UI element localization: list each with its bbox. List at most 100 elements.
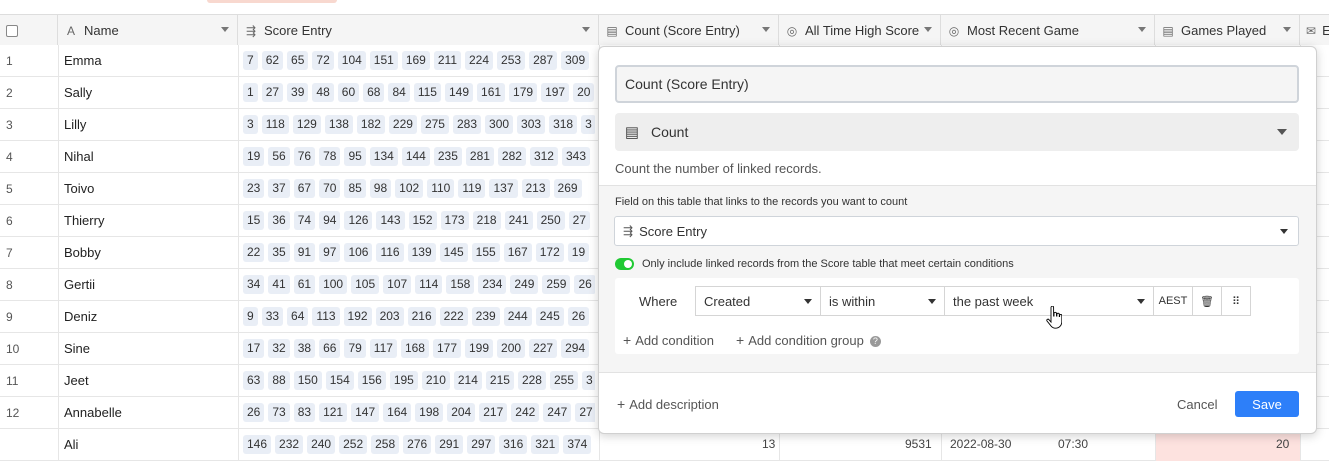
linked-record-chip[interactable]: 258 (371, 435, 400, 454)
linked-record-chip[interactable]: 144 (401, 147, 430, 166)
linked-record-chip[interactable]: 88 (268, 371, 290, 390)
linked-record-chip[interactable]: 17 (243, 339, 265, 358)
linked-record-chip[interactable]: 250 (536, 211, 565, 230)
column-header-count[interactable]: ▤ Count (Score Entry) (599, 15, 779, 46)
linked-record-chip[interactable]: 110 (427, 179, 455, 198)
name-cell[interactable]: Ali (64, 437, 78, 452)
linked-record-chip[interactable]: 179 (509, 83, 538, 102)
linked-record-chip[interactable]: 38 (293, 339, 316, 358)
name-cell[interactable]: Bobby (64, 245, 101, 260)
linked-record-chip[interactable]: 294 (561, 339, 590, 358)
column-header-email[interactable]: ✉ E (1300, 15, 1329, 46)
linked-record-chip[interactable]: 217 (479, 403, 508, 422)
linked-record-chip[interactable]: 119 (458, 179, 486, 198)
name-cell[interactable]: Gertii (64, 277, 95, 292)
linked-record-chip[interactable]: 150 (293, 371, 322, 390)
linked-record-chip[interactable]: 41 (268, 275, 290, 294)
linked-record-chip[interactable]: 177 (432, 339, 461, 358)
linked-record-chip[interactable]: 91 (293, 243, 316, 262)
linked-record-chip[interactable]: 121 (319, 403, 348, 422)
linked-record-chip[interactable]: 227 (529, 339, 558, 358)
linked-record-chip[interactable]: 104 (337, 51, 366, 70)
linked-record-chip[interactable]: 33 (261, 307, 284, 326)
linked-record-chip[interactable]: 155 (471, 243, 500, 262)
linked-record-chip[interactable]: 149 (444, 83, 474, 102)
linked-record-chip[interactable]: 66 (319, 339, 341, 358)
linked-record-chip[interactable]: 26 (567, 307, 590, 326)
column-header-name[interactable]: A Name (58, 15, 238, 46)
linked-record-chip[interactable]: 116 (376, 243, 404, 262)
score-entry-cell[interactable]: 19 56 76 78 95 134 144 235 281 282 312 343 (243, 147, 595, 167)
linked-record-chip[interactable]: 78 (319, 147, 341, 166)
linked-record-chip[interactable]: 259 (542, 275, 571, 294)
add-description-button[interactable]: + Add description (617, 396, 719, 412)
score-entry-cell[interactable]: 1 27 39 48 60 68 84 115 149 161 179 197 20 (243, 83, 595, 103)
drag-handle-icon[interactable]: ⠿ (1221, 286, 1251, 316)
linked-record-chip[interactable]: 241 (504, 211, 533, 230)
select-all-checkbox[interactable] (6, 24, 18, 37)
save-button[interactable]: Save (1235, 391, 1299, 417)
linked-record-chip[interactable]: 100 (319, 275, 348, 294)
linked-record-chip[interactable]: 1 (243, 83, 258, 102)
name-cell[interactable]: Toivo (64, 181, 94, 196)
linked-record-chip[interactable]: 204 (447, 403, 476, 422)
linked-record-chip[interactable]: 19 (243, 147, 265, 166)
linked-record-chip[interactable]: 126 (344, 211, 373, 230)
add-condition-group-button[interactable]: + Add condition group? (736, 332, 881, 348)
linked-record-chip[interactable]: 215 (485, 371, 514, 390)
linked-record-chip[interactable]: 168 (400, 339, 429, 358)
linked-record-chip[interactable]: 3 (581, 115, 595, 134)
chevron-down-icon[interactable] (1138, 27, 1146, 32)
linked-record-chip[interactable]: 213 (521, 179, 550, 198)
linked-record-chip[interactable]: 239 (471, 307, 500, 326)
link-field-select[interactable]: ⇶ Score Entry (614, 216, 1299, 246)
linked-record-chip[interactable]: 37 (268, 179, 290, 198)
name-cell[interactable]: Thierry (64, 213, 104, 228)
linked-record-chip[interactable]: 35 (268, 243, 290, 262)
recent-game-time-cell[interactable]: 07:30 (1058, 437, 1088, 451)
high-score-cell[interactable]: 9531 (905, 437, 932, 451)
score-entry-cell[interactable]: 22 35 91 97 106 116 139 145 155 167 172 19 (243, 243, 595, 263)
linked-record-chip[interactable]: 48 (312, 83, 334, 102)
linked-record-chip[interactable]: 164 (383, 403, 412, 422)
cancel-button[interactable]: Cancel (1177, 397, 1217, 412)
linked-record-chip[interactable]: 318 (549, 115, 578, 134)
linked-record-chip[interactable]: 192 (343, 307, 372, 326)
linked-record-chip[interactable]: 173 (440, 211, 469, 230)
score-entry-cell[interactable]: 26 73 83 121 147 164 198 204 217 242 247 27 (243, 403, 595, 423)
linked-record-chip[interactable]: 72 (312, 51, 334, 70)
linked-record-chip[interactable]: 198 (415, 403, 444, 422)
linked-record-chip[interactable]: 129 (292, 115, 321, 134)
linked-record-chip[interactable]: 282 (497, 147, 526, 166)
linked-record-chip[interactable]: 255 (549, 371, 578, 390)
add-condition-button[interactable]: + Add condition (623, 332, 714, 348)
linked-record-chip[interactable]: 94 (319, 211, 341, 230)
linked-record-chip[interactable]: 321 (531, 435, 560, 454)
linked-record-chip[interactable]: 68 (363, 83, 385, 102)
linked-record-chip[interactable]: 199 (465, 339, 494, 358)
field-name-input[interactable]: Count (Score Entry) (615, 65, 1299, 103)
linked-record-chip[interactable]: 139 (407, 243, 436, 262)
linked-record-chip[interactable]: 138 (324, 115, 353, 134)
linked-record-chip[interactable]: 117 (369, 339, 397, 358)
linked-record-chip[interactable]: 70 (319, 179, 341, 198)
chevron-down-icon[interactable] (582, 27, 590, 32)
name-cell[interactable]: Lilly (64, 117, 86, 132)
linked-record-chip[interactable]: 228 (517, 371, 546, 390)
condition-toggle[interactable] (615, 258, 634, 270)
linked-record-chip[interactable]: 161 (477, 83, 506, 102)
linked-record-chip[interactable]: 222 (439, 307, 468, 326)
linked-record-chip[interactable]: 240 (307, 435, 336, 454)
score-entry-cell[interactable]: 15 36 74 94 126 143 152 173 218 241 250 27 (243, 211, 595, 231)
linked-record-chip[interactable]: 281 (465, 147, 494, 166)
games-played-cell[interactable]: 20 (1276, 437, 1289, 451)
linked-record-chip[interactable]: 172 (535, 243, 564, 262)
name-cell[interactable]: Deniz (64, 309, 97, 324)
linked-record-chip[interactable]: 105 (351, 275, 380, 294)
linked-record-chip[interactable]: 210 (421, 371, 450, 390)
linked-record-chip[interactable]: 291 (435, 435, 464, 454)
linked-record-chip[interactable]: 287 (529, 51, 558, 70)
linked-record-chip[interactable]: 343 (561, 147, 591, 166)
linked-record-chip[interactable]: 98 (369, 179, 392, 198)
linked-record-chip[interactable]: 200 (497, 339, 526, 358)
